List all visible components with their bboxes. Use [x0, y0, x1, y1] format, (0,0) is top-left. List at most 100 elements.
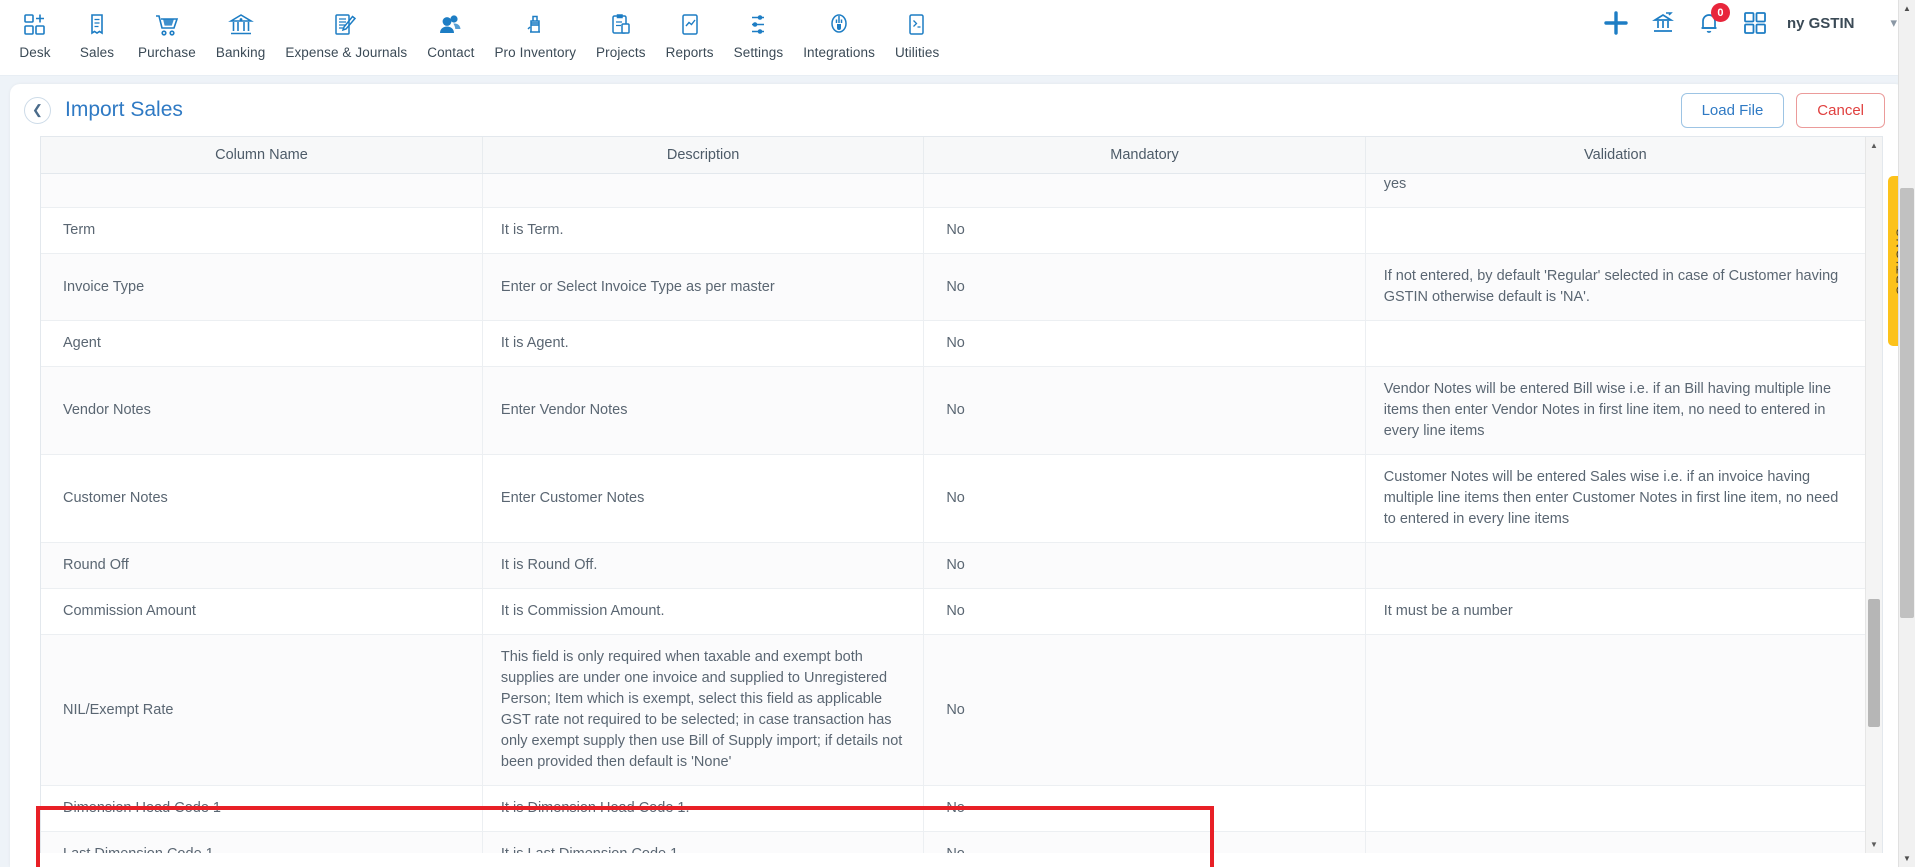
nav-item-desk[interactable]: Desk — [4, 6, 66, 60]
journal-pen-icon — [332, 8, 360, 42]
cart-icon — [153, 8, 181, 42]
table-row[interactable]: Last Dimension Code 1 It is Last Dimensi… — [41, 831, 1865, 853]
import-sales-table: Column Name Description Mandatory Valida… — [41, 137, 1865, 853]
table-row[interactable]: Dimension Head Code 1 It is Dimension He… — [41, 785, 1865, 833]
scroll-up-arrow-icon[interactable]: ▲ — [1866, 137, 1882, 154]
table-row[interactable]: Round Off It is Round Off. No — [41, 542, 1865, 590]
column-header-description[interactable]: Description — [482, 137, 925, 174]
people-icon — [437, 8, 465, 42]
chevron-left-icon[interactable]: ❮ — [24, 96, 51, 124]
nav-label: Projects — [596, 45, 646, 60]
table-row[interactable]: Commission Amount It is Commission Amoun… — [41, 588, 1865, 636]
nav-label: Integrations — [803, 45, 875, 60]
cell-mandatory — [923, 173, 1366, 209]
page-scroll-up-arrow-icon[interactable]: ▲ — [1899, 0, 1915, 17]
cell-description: Enter Customer Notes — [482, 454, 925, 544]
load-file-button[interactable]: Load File — [1680, 92, 1785, 128]
table-row[interactable]: Term It is Term. No — [41, 207, 1865, 255]
inventory-icon — [522, 8, 548, 42]
page-vertical-scrollbar[interactable]: ▲ ▼ — [1898, 0, 1915, 867]
nav-item-settings[interactable]: Settings — [724, 6, 794, 60]
page-scroll-down-arrow-icon[interactable]: ▼ — [1899, 850, 1915, 867]
chevron-down-icon[interactable]: ▾ — [1872, 15, 1897, 31]
cell-validation — [1365, 785, 1865, 833]
cell-validation: It must be a number — [1365, 588, 1865, 636]
cell-column-name: Round Off — [41, 542, 483, 590]
grid-apps-icon[interactable] — [1741, 9, 1769, 37]
cell-validation: If not entered, by default 'Regular' sel… — [1365, 253, 1865, 322]
cell-validation: Vendor Notes will be entered Bill wise i… — [1365, 366, 1865, 456]
page-title: Import Sales — [65, 98, 183, 121]
nav-items-container: Desk Sales Purchase Banking Expense & Jo… — [0, 6, 949, 60]
table-header: Column Name Description Mandatory Valida… — [41, 137, 1865, 174]
cell-column-name: NIL/Exempt Rate — [41, 634, 483, 787]
report-chart-icon — [677, 8, 703, 42]
nav-item-banking[interactable]: Banking — [206, 6, 276, 60]
cell-column-name: Agent — [41, 320, 483, 368]
nav-label: Reports — [665, 45, 714, 60]
table-row[interactable]: Agent It is Agent. No — [41, 320, 1865, 368]
column-header-column-name[interactable]: Column Name — [41, 137, 483, 174]
cell-mandatory: No — [923, 454, 1366, 544]
cell-column-name: Vendor Notes — [41, 366, 483, 456]
cell-mandatory: No — [923, 366, 1366, 456]
table-header-row: Column Name Description Mandatory Valida… — [41, 137, 1865, 174]
top-navigation-bar: Desk Sales Purchase Banking Expense & Jo… — [0, 0, 1915, 76]
organization-name[interactable]: ny GSTIN — [1787, 15, 1855, 32]
column-header-mandatory[interactable]: Mandatory — [923, 137, 1366, 174]
cell-description: Enter or Select Invoice Type as per mast… — [482, 253, 925, 322]
cell-column-name: Last Dimension Code 1 — [41, 831, 483, 853]
plus-icon[interactable] — [1601, 8, 1631, 38]
notification-badge: 0 — [1710, 3, 1730, 22]
nav-item-contact[interactable]: Contact — [417, 6, 484, 60]
nav-label: Settings — [733, 45, 784, 60]
sliders-icon — [745, 8, 771, 42]
cancel-button[interactable]: Cancel — [1796, 92, 1885, 128]
page-header: ❮ Import Sales Load File Cancel — [10, 84, 1905, 136]
table-row[interactable]: Vendor Notes Enter Vendor Notes No Vendo… — [41, 366, 1865, 456]
column-header-validation[interactable]: Validation — [1365, 137, 1865, 174]
nav-item-reports[interactable]: Reports — [656, 6, 724, 60]
sales-receipt-icon — [84, 8, 110, 42]
nav-label: Sales — [79, 45, 115, 60]
table-inner: Column Name Description Mandatory Valida… — [41, 137, 1865, 853]
table-row[interactable]: Invoice Type Enter or Select Invoice Typ… — [41, 253, 1865, 322]
nav-item-integrations[interactable]: Integrations — [793, 6, 885, 60]
nav-label: Banking — [215, 45, 266, 60]
nav-item-expense-journals[interactable]: Expense & Journals — [275, 6, 417, 60]
cell-mandatory: No — [923, 320, 1366, 368]
cell-mandatory: No — [923, 588, 1366, 636]
table-row[interactable]: NIL/Exempt Rate This field is only requi… — [41, 634, 1865, 787]
nav-label: Utilities — [894, 45, 940, 60]
bell-icon[interactable]: 0 — [1695, 3, 1730, 37]
scrollbar-thumb[interactable] — [1868, 599, 1880, 727]
nav-item-purchase[interactable]: Purchase — [128, 6, 206, 60]
bank-transfer-icon[interactable] — [1649, 9, 1677, 37]
cell-description: It is Dimension Head Code 1. — [482, 785, 925, 833]
cell-description: Enter Vendor Notes — [482, 366, 925, 456]
cell-mandatory: No — [923, 831, 1366, 853]
table-row[interactable]: Customer Notes Enter Customer Notes No C… — [41, 454, 1865, 544]
page-scrollbar-thumb[interactable] — [1900, 188, 1914, 618]
cell-description: It is Term. — [482, 207, 925, 255]
nav-item-pro-inventory[interactable]: Pro Inventory — [484, 6, 586, 60]
cell-validation: Customer Notes will be entered Sales wis… — [1365, 454, 1865, 544]
cell-description: It is Last Dimension Code 1. — [482, 831, 925, 853]
nav-label: Pro Inventory — [494, 45, 577, 60]
cell-validation — [1365, 831, 1865, 853]
scroll-down-arrow-icon[interactable]: ▼ — [1866, 836, 1882, 853]
nav-item-utilities[interactable]: Utilities — [885, 6, 949, 60]
nav-item-sales[interactable]: Sales — [66, 6, 128, 60]
desk-icon — [22, 8, 48, 42]
table-vertical-scrollbar[interactable]: ▲ ▼ — [1865, 137, 1882, 853]
cell-validation: yes — [1365, 173, 1865, 209]
nav-label: Purchase — [138, 45, 196, 60]
nav-right-actions: 0 ny GSTIN ▾ — [1601, 3, 1897, 38]
clipboard-icon — [608, 8, 634, 42]
nav-label: Contact — [427, 45, 475, 60]
cell-description: It is Round Off. — [482, 542, 925, 590]
nav-item-projects[interactable]: Projects — [586, 6, 656, 60]
header-actions: Load File Cancel — [1680, 92, 1885, 128]
table-row[interactable]: yes — [41, 173, 1865, 209]
table-scroll-viewport: Column Name Description Mandatory Valida… — [41, 137, 1882, 853]
